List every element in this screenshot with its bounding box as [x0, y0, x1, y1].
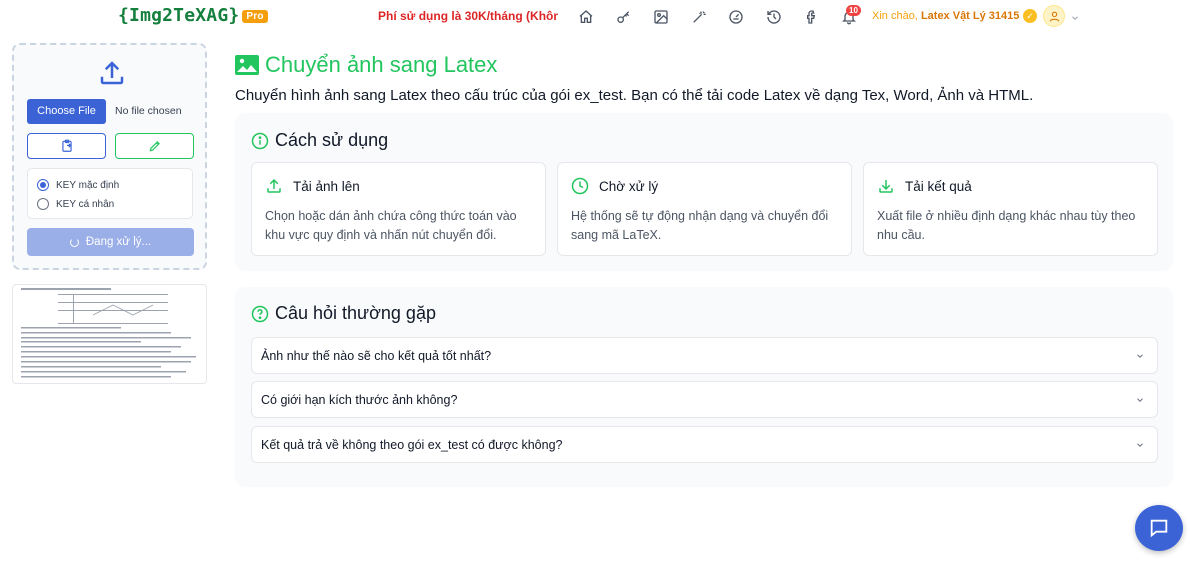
chevron-down-icon — [1137, 354, 1143, 358]
upload-icon — [97, 58, 127, 93]
step-card-title: Chờ xử lý — [571, 177, 658, 195]
clock-icon — [571, 177, 589, 195]
radio-label: KEY cá nhân — [56, 198, 115, 210]
help-icon — [251, 305, 269, 322]
uploaded-image-preview — [12, 284, 207, 384]
step-card-desc: Hệ thống sẽ tự động nhận dạng và chuyển … — [571, 209, 829, 242]
step-card-title: Tải ảnh lên — [265, 177, 360, 195]
top-navbar: {Img2TeXAG} Pro Phí sử dụng là 30K/tháng … — [0, 0, 1200, 34]
user-name: Latex Vật Lý 31415 — [920, 10, 1020, 22]
spinner-icon — [69, 237, 79, 247]
radio-label: KEY mặc định — [56, 179, 120, 191]
faq-heading-text: Câu hỏi thường gặp — [275, 303, 436, 323]
image-icon — [235, 55, 259, 75]
step-card-desc: Xuất file ở nhiều định dạng khác nhau tù… — [877, 209, 1136, 242]
step-card-upload: Tải ảnh lên Chọn hoặc dán ảnh chứa công … — [251, 162, 546, 256]
usage-heading: Cách sử dụng — [251, 130, 388, 151]
radio-key-personal[interactable]: KEY cá nhân — [37, 198, 114, 210]
verified-icon: ✓ — [1023, 9, 1037, 23]
chevron-down-icon — [1137, 398, 1143, 402]
home-icon[interactable] — [578, 7, 616, 27]
history-icon[interactable] — [766, 7, 804, 27]
faq-question: Ảnh như thế nào sẽ cho kết quả tốt nhất? — [261, 349, 492, 363]
faq-item[interactable]: Kết quả trả về không theo gói ex_test có… — [251, 426, 1158, 463]
logo[interactable]: {Img2TeXAG} Pro — [118, 5, 268, 26]
usage-section: Cách sử dụng Tải ảnh lên Chọn hoặc dán ả… — [235, 113, 1173, 271]
convert-button[interactable]: Đang xử lý... — [27, 228, 194, 256]
usage-heading-text: Cách sử dụng — [275, 130, 389, 150]
page-title-text: Chuyển ảnh sang Latex — [265, 52, 498, 77]
nav-icons: 10 — [578, 5, 878, 27]
clipboard-icon — [61, 139, 72, 152]
faq-item[interactable]: Có giới hạn kích thước ảnh không? — [251, 381, 1158, 418]
convert-button-label: Đang xử lý... — [85, 236, 152, 248]
download-icon — [879, 180, 893, 193]
step-card-download: Tải kết quả Xuất file ở nhiều định dạng … — [863, 162, 1158, 256]
faq-question: Kết quả trả về không theo gói ex_test có… — [261, 438, 563, 452]
promo-marquee: Phí sử dụng là 30K/tháng (Không giới hạn… — [378, 9, 558, 23]
pencil-icon — [149, 141, 160, 152]
image-icon[interactable] — [653, 7, 691, 27]
greeting: Xin chào, Latex Vật Lý 31415 — [872, 10, 1019, 22]
faq-question: Có giới hạn kích thước ảnh không? — [261, 393, 458, 407]
step-card-title: Tải kết quả — [877, 177, 972, 195]
file-status: No file chosen — [115, 105, 182, 117]
radio-dot[interactable] — [37, 198, 49, 210]
key-options: KEY mặc định KEY cá nhân — [27, 168, 193, 219]
avatar[interactable] — [1043, 5, 1065, 27]
step-card-processing: Chờ xử lý Hệ thống sẽ tự động nhận dạng … — [557, 162, 852, 256]
gauge-icon[interactable] — [728, 7, 766, 27]
pro-badge: Pro — [242, 9, 268, 23]
step-card-desc: Chọn hoặc dán ảnh chứa công thức toán và… — [265, 209, 517, 242]
chevron-down-icon[interactable] — [1070, 10, 1080, 28]
faq-section: Câu hỏi thường gặp Ảnh như thế nào sẽ ch… — [235, 287, 1173, 487]
step-card-title-text: Tải kết quả — [905, 178, 972, 194]
chevron-down-icon — [1137, 443, 1143, 447]
paste-button[interactable] — [27, 133, 106, 159]
chat-icon — [1150, 519, 1168, 538]
upload-icon — [267, 178, 281, 193]
choose-file-button[interactable]: Choose File — [27, 99, 106, 124]
info-icon — [251, 132, 269, 149]
greeting-prefix: Xin chào, — [872, 10, 918, 22]
step-card-title-text: Chờ xử lý — [599, 178, 659, 194]
chat-button[interactable] — [1135, 505, 1183, 551]
notification-badge: 10 — [846, 5, 861, 16]
facebook-icon[interactable] — [803, 7, 841, 27]
page-title: Chuyển ảnh sang Latex — [235, 52, 497, 78]
radio-dot[interactable] — [37, 179, 49, 191]
magic-wand-icon[interactable] — [691, 7, 729, 27]
logo-text: {Img2TeXAG} — [118, 5, 240, 26]
faq-heading: Câu hỏi thường gặp — [251, 303, 436, 324]
upload-dropzone[interactable]: Choose File No file chosen KEY mặc định … — [12, 43, 207, 270]
faq-item[interactable]: Ảnh như thế nào sẽ cho kết quả tốt nhất? — [251, 337, 1158, 374]
radio-key-default[interactable]: KEY mặc định — [37, 179, 119, 191]
step-card-title-text: Tải ảnh lên — [293, 178, 360, 194]
edit-button[interactable] — [115, 133, 194, 159]
page-subtitle: Chuyển hình ảnh sang Latex theo cấu trúc… — [235, 87, 1034, 104]
key-icon[interactable] — [616, 7, 654, 27]
